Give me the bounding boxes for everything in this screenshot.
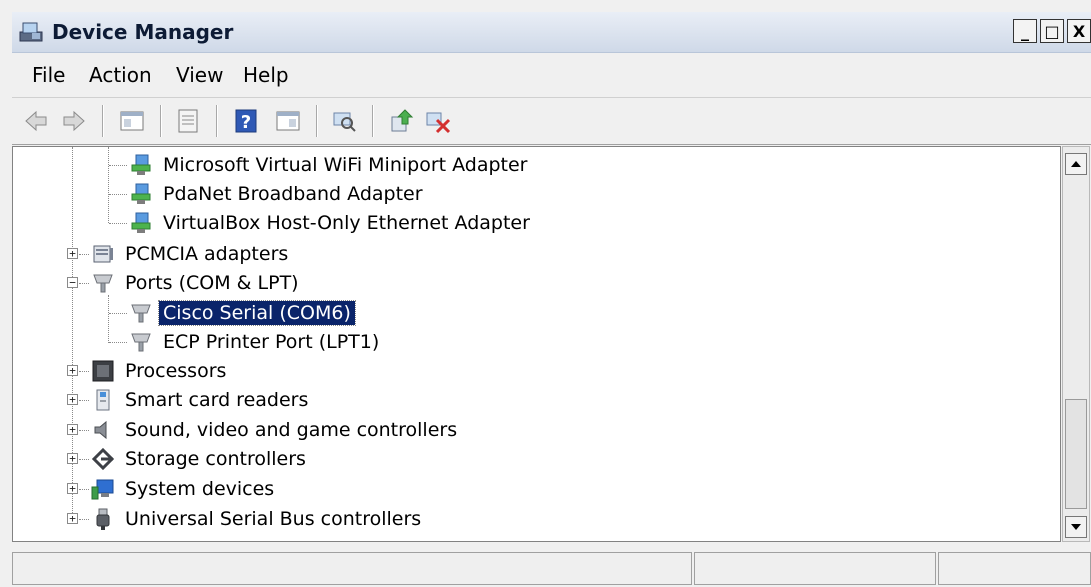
toolbar-separator [216, 105, 218, 137]
port-icon [131, 333, 151, 352]
scroll-thumb[interactable] [1065, 399, 1087, 509]
properties-icon[interactable] [174, 107, 202, 135]
maximize-button[interactable]: □ [1040, 19, 1064, 43]
speaker-icon [94, 420, 107, 440]
tree-item-label: Universal Serial Bus controllers [125, 508, 422, 530]
pcmcia-icon [93, 245, 113, 263]
device-tree[interactable]: Microsoft Virtual WiFi Miniport Adapter … [12, 146, 1061, 542]
title-bar[interactable]: Device Manager _ □ X [12, 12, 1091, 53]
tree-item-ports[interactable]: Ports (COM & LPT) [79, 270, 303, 296]
tree-item-label: Sound, video and game controllers [125, 419, 458, 441]
network-adapter-icon [131, 212, 151, 233]
toolbar-separator [160, 105, 162, 137]
close-icon: X [1072, 21, 1086, 41]
network-adapter-icon [131, 154, 151, 175]
tree-item-label: Ports (COM & LPT) [125, 272, 299, 294]
maximize-icon: □ [1044, 21, 1060, 41]
system-device-icon [91, 479, 114, 500]
window-controls: _ □ X [1010, 19, 1091, 43]
tree-item-label: Microsoft Virtual WiFi Miniport Adapter [163, 154, 528, 176]
help-icon[interactable]: ? [232, 107, 260, 135]
tree-item-label: PCMCIA adapters [125, 243, 289, 265]
expand-button[interactable]: + [67, 394, 78, 405]
tree-item-ecp-printer-port[interactable]: ECP Printer Port (LPT1) [109, 329, 383, 355]
scroll-down-button[interactable] [1065, 516, 1087, 538]
tree-item-label: VirtualBox Host-Only Ethernet Adapter [163, 212, 530, 234]
tree-item-label: ECP Printer Port (LPT1) [163, 331, 380, 353]
status-panel-2 [694, 552, 936, 585]
expand-button[interactable]: + [67, 424, 78, 435]
tree-item-label: Storage controllers [125, 448, 306, 470]
tree-item-system-devices[interactable]: System devices [79, 476, 278, 502]
status-panel-main [12, 552, 692, 585]
window-title: Device Manager [52, 20, 234, 44]
toolbar: ? [12, 98, 1091, 145]
tree-item-pdanet[interactable]: PdaNet Broadband Adapter [109, 181, 427, 207]
storage-icon [91, 447, 115, 471]
scan-hardware-icon[interactable] [330, 107, 358, 135]
menu-action[interactable]: Action [89, 63, 152, 87]
usb-icon [96, 508, 110, 530]
tree-item-virtualbox[interactable]: VirtualBox Host-Only Ethernet Adapter [109, 210, 534, 236]
collapse-button[interactable]: − [67, 277, 78, 288]
expand-button[interactable]: + [67, 248, 78, 259]
tree-item-sound-video-game[interactable]: Sound, video and game controllers [79, 417, 461, 443]
arrow-up-icon [1071, 161, 1081, 167]
menu-bar: File Action View Help [12, 53, 1091, 98]
close-button[interactable]: X [1067, 19, 1091, 43]
update-driver-icon[interactable] [388, 107, 416, 135]
toolbar-separator [316, 105, 318, 137]
tree-item-microsoft-virtual-wifi[interactable]: Microsoft Virtual WiFi Miniport Adapter [109, 152, 532, 178]
port-icon [131, 304, 151, 323]
tree-item-label-selected: Cisco Serial (COM6) [158, 300, 356, 326]
expand-button[interactable]: + [67, 483, 78, 494]
minimize-button[interactable]: _ [1013, 19, 1037, 43]
processor-icon [92, 360, 114, 382]
back-arrow-icon[interactable] [22, 107, 50, 135]
tree-item-label: System devices [125, 478, 275, 500]
smart-card-icon [96, 389, 110, 411]
show-hide-console-tree-icon[interactable] [118, 107, 146, 135]
menu-file[interactable]: File [32, 63, 65, 87]
toolbar-separator [102, 105, 104, 137]
action-pane-icon[interactable] [274, 107, 302, 135]
tree-item-processors[interactable]: Processors [79, 358, 230, 384]
device-manager-icon [19, 22, 43, 42]
tree-item-label: Processors [125, 360, 227, 382]
arrow-down-icon [1071, 524, 1081, 530]
toolbar-separator [372, 105, 374, 137]
expand-button[interactable]: + [67, 513, 78, 524]
uninstall-icon[interactable] [424, 107, 452, 135]
status-panel-3 [938, 552, 1091, 585]
tree-item-label: PdaNet Broadband Adapter [163, 183, 423, 205]
forward-arrow-icon[interactable] [60, 107, 88, 135]
expand-button[interactable]: + [67, 453, 78, 464]
tree-item-usb-controllers[interactable]: Universal Serial Bus controllers [79, 506, 425, 532]
minimize-icon: _ [1021, 21, 1029, 41]
menu-view[interactable]: View [176, 63, 223, 87]
expand-button[interactable]: + [67, 365, 78, 376]
tree-item-pcmcia[interactable]: PCMCIA adapters [79, 241, 292, 267]
port-icon [93, 274, 113, 293]
vertical-scrollbar[interactable] [1062, 146, 1090, 542]
network-adapter-icon [131, 183, 151, 204]
tree-item-smart-card-readers[interactable]: Smart card readers [79, 387, 312, 413]
tree-item-label: Smart card readers [125, 389, 309, 411]
menu-help[interactable]: Help [243, 63, 289, 87]
scroll-up-button[interactable] [1065, 153, 1087, 175]
svg-text:?: ? [241, 112, 251, 133]
device-manager-window: Device Manager _ □ X File Action View He… [0, 0, 1091, 587]
tree-item-storage-controllers[interactable]: Storage controllers [79, 446, 310, 472]
status-bar [12, 548, 1091, 587]
tree-item-cisco-serial[interactable]: Cisco Serial (COM6) [109, 300, 356, 326]
